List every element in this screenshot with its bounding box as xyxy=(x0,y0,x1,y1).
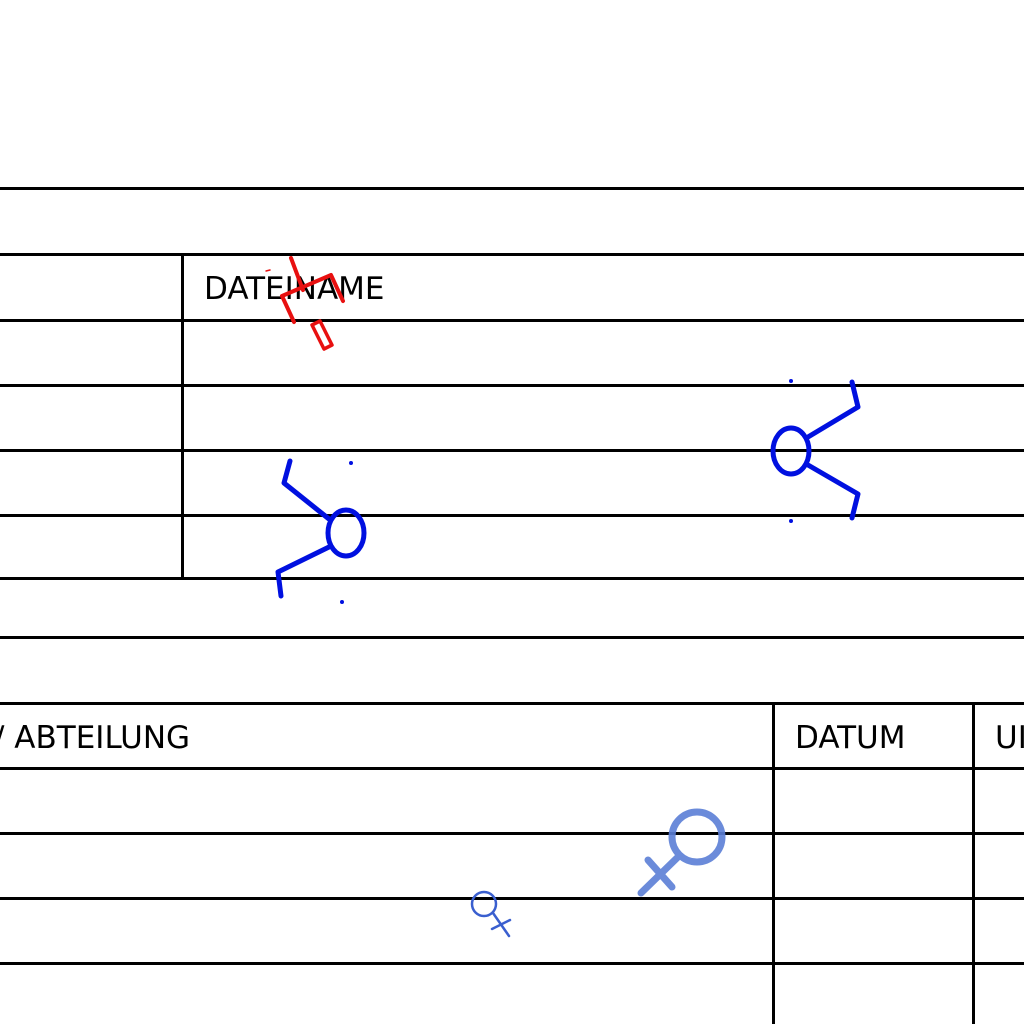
cad-title-block-sheet: DATEINAME / ABTEILUNG DATUM UI xyxy=(0,0,1024,1024)
female-symbol-small-icon[interactable] xyxy=(470,890,512,938)
connector-marker-right-icon[interactable] xyxy=(770,379,861,523)
female-symbol-large-icon[interactable] xyxy=(637,808,726,897)
symbol-overlay xyxy=(265,256,861,938)
connector-marker-left-icon[interactable] xyxy=(275,458,367,604)
anchor-crosshair-icon[interactable] xyxy=(265,256,345,351)
